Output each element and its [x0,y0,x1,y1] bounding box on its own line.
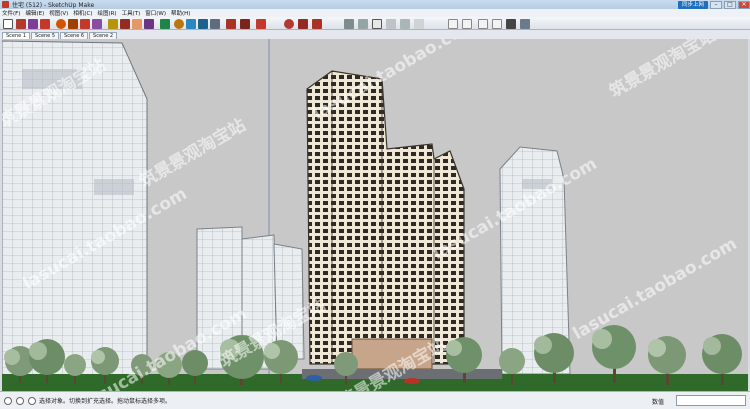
main-toolbar [0,17,750,30]
title-bar: 住宅 (512) - SketchUp Make 同步上网 – □ ✕ [0,0,750,9]
extension-tool-icon[interactable] [210,19,220,29]
status-message: 选择对象。切换到扩充选择。拖动鼠标选择多项。 [39,398,172,405]
wireframe-style-icon[interactable] [358,19,368,29]
shaded-style-icon[interactable] [386,19,396,29]
monochrome-style-icon[interactable] [414,19,424,29]
menu-camera[interactable]: 相机(C) [73,9,92,17]
window-title: 住宅 (512) - SketchUp Make [12,2,95,9]
scene-tab[interactable]: Scene 5 [31,32,60,39]
tape-measure-tool-icon[interactable] [108,19,118,29]
shape-tool-icon[interactable] [40,19,50,29]
minimize-button[interactable]: – [710,0,722,9]
scene-tab[interactable]: Scene 2 [89,32,118,39]
status-bar: 选择对象。切换到扩充选择。拖动鼠标选择多项。 数值 [0,391,750,409]
right-view-icon[interactable] [284,19,294,29]
face-style-icon[interactable] [478,19,488,29]
move-tool-icon[interactable] [68,19,78,29]
arc-tool-icon[interactable] [28,19,38,29]
zoom-tool-icon[interactable] [174,19,184,29]
back-view-icon[interactable] [298,19,308,29]
menu-edit[interactable]: 编辑(E) [25,9,44,17]
menu-view[interactable]: 视图(V) [49,9,68,17]
orbit-tool-icon[interactable] [144,19,154,29]
3d-scene [2,39,748,391]
select-tool-icon[interactable] [3,19,13,29]
scene-tab[interactable]: Scene 1 [2,32,31,39]
active-style-icon[interactable] [506,19,516,29]
edge-style-icon[interactable] [492,19,502,29]
maximize-button[interactable]: □ [724,0,736,9]
hidden-line-style-icon[interactable] [372,19,382,29]
geo-location-icon[interactable] [4,396,12,405]
pan-tool-icon[interactable] [160,19,170,29]
close-button[interactable]: ✕ [738,0,750,9]
sketchup-app-icon [2,1,9,8]
iso-view-icon[interactable] [226,19,236,29]
paint-bucket-tool-icon[interactable] [120,19,130,29]
xray-style-icon[interactable] [344,19,354,29]
car [306,375,322,381]
measurements-label: 数值 [652,399,665,406]
measurements-input[interactable] [676,395,746,406]
textured-style-icon[interactable] [400,19,410,29]
push-pull-tool-icon[interactable] [56,19,66,29]
warehouse-tool-icon[interactable] [198,19,208,29]
offset-tool-icon[interactable] [92,19,102,29]
menu-draw[interactable]: 绘图(R) [97,9,116,17]
title-controls: 同步上网 – □ ✕ [677,0,750,9]
left-view-icon[interactable] [312,19,322,29]
zoom-extents-tool-icon[interactable] [186,19,196,29]
menu-help[interactable]: 帮助(H) [171,9,190,17]
view-cube-icon[interactable] [448,19,458,29]
eraser-tool-icon[interactable] [132,19,142,29]
menu-file[interactable]: 文件(F) [2,9,20,17]
menu-tools[interactable]: 工具(T) [122,9,141,17]
car [404,378,420,384]
model-viewport[interactable]: 筑景景观淘宝站 lasucai.taobao.com 筑景景观淘宝站 lasuc… [2,39,748,391]
menu-bar: 文件(F) 编辑(E) 视图(V) 相机(C) 绘图(R) 工具(T) 窗口(W… [0,9,750,17]
help-icon[interactable] [28,396,36,405]
sync-button[interactable]: 同步上网 [677,0,708,9]
front-view-icon[interactable] [256,19,266,29]
rotate-tool-icon[interactable] [80,19,90,29]
scene-tab[interactable]: Scene 6 [60,32,89,39]
top-view-icon[interactable] [240,19,250,29]
line-tool-icon[interactable] [16,19,26,29]
menu-window[interactable]: 窗口(W) [145,9,166,17]
shadow-toggle-icon[interactable] [520,19,530,29]
credits-icon[interactable] [16,396,24,405]
view-box-icon[interactable] [462,19,472,29]
scene-tabs: Scene 1 Scene 5 Scene 6 Scene 2 [0,30,750,39]
left-glass-building [2,40,148,385]
